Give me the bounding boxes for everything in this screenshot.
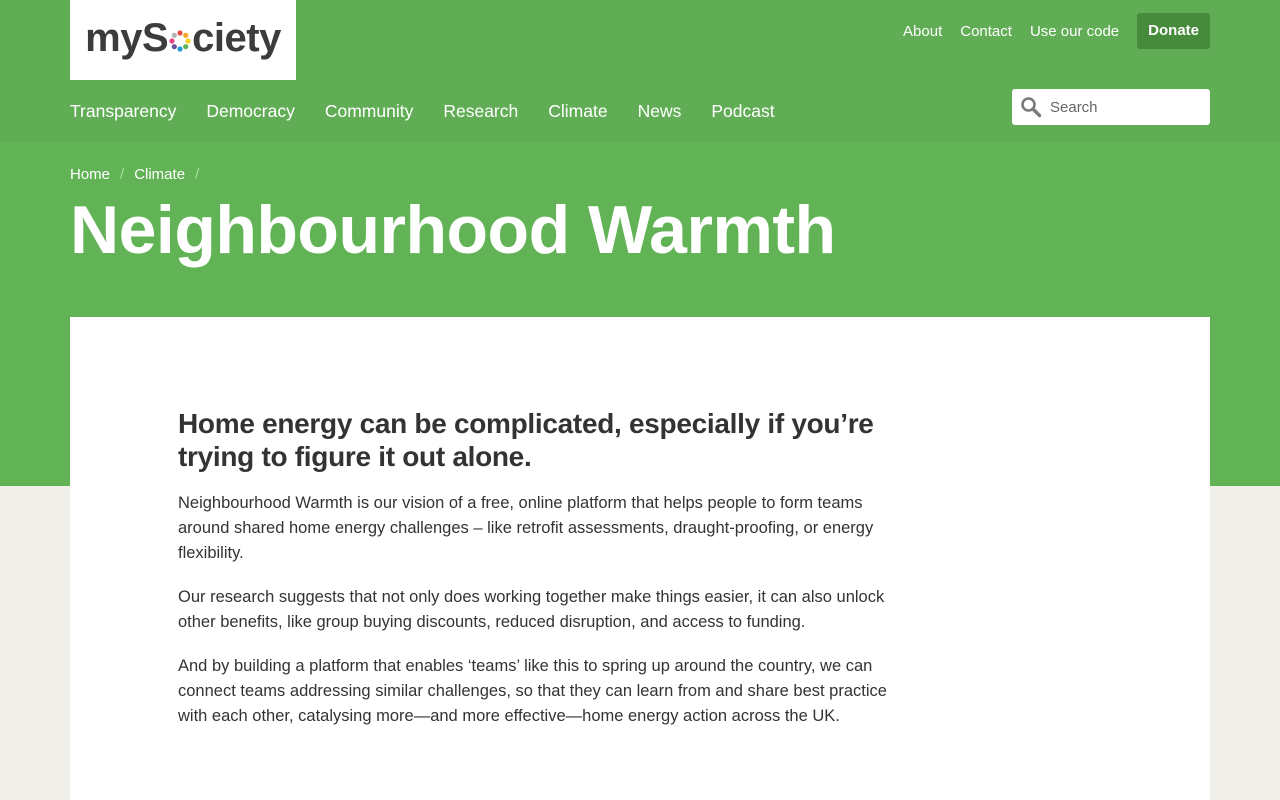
page-title: Neighbourhood Warmth bbox=[70, 192, 836, 268]
content-card: Home energy can be complicated, especial… bbox=[70, 317, 1210, 800]
main-nav: Transparency Democracy Community Researc… bbox=[70, 99, 805, 123]
utility-nav: About Contact Use our code Donate bbox=[885, 13, 1210, 49]
search-icon[interactable] bbox=[1020, 96, 1042, 118]
mysociety-logo: myS ciety bbox=[85, 16, 281, 61]
nav-item-research[interactable]: Research bbox=[443, 99, 518, 123]
about-link[interactable]: About bbox=[903, 23, 942, 40]
breadcrumb: Home / Climate / bbox=[70, 166, 209, 183]
contact-link[interactable]: Contact bbox=[960, 23, 1012, 40]
logo-link[interactable]: myS ciety bbox=[70, 0, 296, 80]
article-paragraph: Neighbourhood Warmth is our vision of a … bbox=[178, 494, 874, 562]
nav-item-community[interactable]: Community bbox=[325, 99, 414, 123]
article-paragraph: Our research suggests that not only does… bbox=[178, 588, 885, 631]
nav-item-podcast[interactable]: Podcast bbox=[711, 99, 774, 123]
breadcrumb-climate[interactable]: Climate bbox=[134, 166, 185, 183]
article-paragraph: And by building a platform that enables … bbox=[178, 657, 887, 725]
logo-text-start: myS bbox=[85, 15, 169, 60]
nav-item-climate[interactable]: Climate bbox=[548, 99, 607, 123]
nav-item-transparency[interactable]: Transparency bbox=[70, 99, 176, 123]
article-lede: Home energy can be complicated, especial… bbox=[178, 408, 874, 472]
breadcrumb-separator: / bbox=[120, 166, 125, 183]
breadcrumb-separator: / bbox=[195, 166, 200, 183]
article-body: Home energy can be complicated, especial… bbox=[178, 407, 902, 748]
use-our-code-link[interactable]: Use our code bbox=[1030, 23, 1119, 40]
search-box bbox=[1012, 89, 1210, 125]
nav-item-news[interactable]: News bbox=[638, 99, 682, 123]
search-input[interactable] bbox=[1050, 98, 1190, 116]
breadcrumb-home[interactable]: Home bbox=[70, 166, 110, 183]
logo-text-end: ciety bbox=[192, 15, 281, 60]
logo-dots-icon bbox=[169, 30, 191, 52]
donate-button[interactable]: Donate bbox=[1137, 13, 1210, 49]
nav-item-democracy[interactable]: Democracy bbox=[206, 99, 295, 123]
